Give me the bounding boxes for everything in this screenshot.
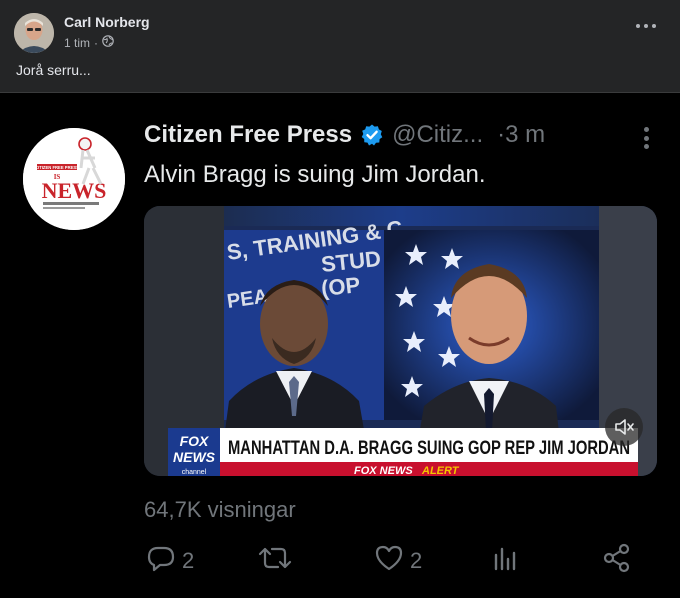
post-text: Jorå serru... [16, 62, 91, 78]
post-meta: 1 tim · [64, 35, 150, 50]
volume-muted-icon[interactable] [605, 408, 643, 446]
like-button[interactable]: 2 [374, 543, 422, 579]
retweet-icon [258, 543, 292, 579]
chyron-brand: FOX NEWS [354, 465, 413, 476]
facebook-post: Carl Norberg 1 tim · Jorå serru... CITIZ… [0, 0, 680, 598]
verified-badge-icon [360, 123, 384, 147]
tweet-video[interactable]: S, TRAINING & C STUD (OP PEA FOX NEWS ch… [144, 206, 657, 476]
meta-separator: · [94, 35, 99, 50]
tweet-author-name[interactable]: Citizen Free Press [144, 121, 352, 149]
retweet-button[interactable] [258, 543, 292, 579]
post-time[interactable]: 1 tim [64, 36, 90, 50]
globe-icon [102, 35, 114, 50]
share-button[interactable] [602, 543, 632, 579]
bg-sign-line-3: (OP [320, 272, 362, 301]
chyron-headline: MANHATTAN D.A. BRAGG SUING GOP REP JIM J… [228, 438, 630, 459]
tweet-time[interactable]: ·3 m [497, 121, 545, 149]
post-header: Carl Norberg 1 tim · [14, 12, 150, 54]
tweet-text: Alvin Bragg is suing Jim Jordan. [144, 161, 486, 188]
views-button[interactable] [490, 543, 520, 579]
avatar-logo-news: NEWS [42, 178, 107, 203]
analytics-icon [490, 543, 520, 579]
author-avatar[interactable] [14, 13, 54, 53]
fox-logo-top: FOX [180, 433, 210, 449]
tweet-handle[interactable]: @Citiz... [392, 121, 483, 149]
tweet-screenshot[interactable]: CITIZEN FREE PRESS IS NEWS Citizen Free … [0, 92, 680, 598]
reply-count: 2 [182, 548, 195, 573]
author-name[interactable]: Carl Norberg [64, 14, 150, 30]
like-count: 2 [410, 548, 423, 573]
avatar-logo-top: CITIZEN FREE PRESS [35, 165, 79, 170]
more-horizontal-icon[interactable] [636, 20, 656, 32]
tweet-header: Citizen Free Press @Citiz... ·3 m [144, 121, 545, 149]
heart-icon [374, 543, 404, 579]
reply-icon [146, 543, 176, 579]
reply-button[interactable]: 2 [146, 543, 194, 579]
more-vertical-icon[interactable] [644, 127, 650, 149]
tweet-avatar: CITIZEN FREE PRESS IS NEWS [23, 128, 125, 230]
fox-logo-bottom: NEWS [173, 449, 216, 465]
share-icon [602, 543, 632, 579]
fox-logo-channel: channel [182, 469, 207, 476]
tweet-actions: 2 2 [144, 543, 644, 583]
view-count: 64,7K visningar [144, 497, 296, 522]
chyron-alert: ALERT [421, 465, 460, 476]
